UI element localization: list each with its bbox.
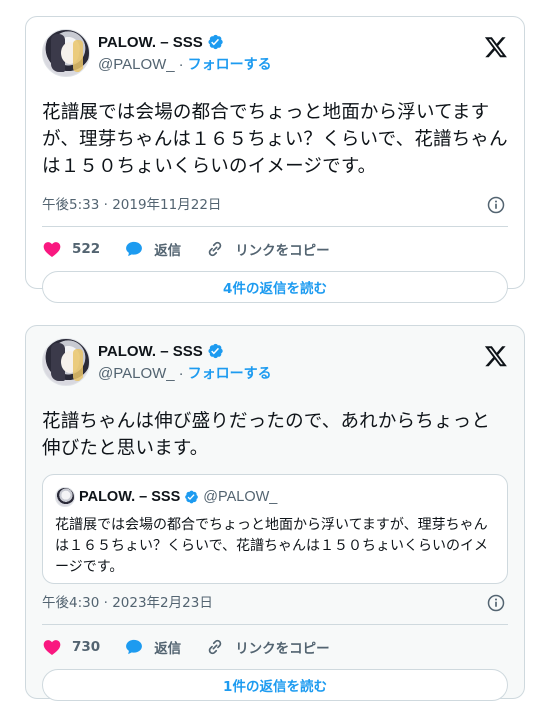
tweet-text: 花譜ちゃんは伸び盛りだったので、あれからちょっと伸びたと思います。: [42, 411, 491, 459]
info-icon[interactable]: [486, 195, 506, 215]
like-button[interactable]: 522: [42, 239, 100, 259]
verified-badge-icon: [185, 490, 199, 504]
copy-link-button[interactable]: リンクをコピー: [205, 239, 330, 259]
timestamp-row: 午後5:33 · 2019年11月22日: [42, 194, 508, 216]
author-handle[interactable]: @PALOW_: [98, 56, 175, 73]
reply-button[interactable]: 返信: [124, 239, 181, 259]
heart-icon: [43, 640, 61, 655]
heart-icon: [43, 242, 61, 257]
action-bar: 522 返信 リンクをコピー: [42, 227, 508, 271]
like-count: 522: [72, 241, 101, 257]
author-display-name[interactable]: PALOW. – SSS: [98, 343, 203, 360]
reply-label: 返信: [154, 243, 182, 259]
copy-link-button[interactable]: リンクをコピー: [205, 637, 330, 657]
author-handle[interactable]: @PALOW_: [98, 365, 175, 382]
read-replies-button[interactable]: 4件の返信を読む: [42, 271, 508, 303]
action-bar: 730 返信 リンクをコピー: [42, 625, 508, 669]
copy-link-label: リンクをコピー: [235, 641, 330, 657]
tweet-text: 花譜展では会場の都合でちょっと地面から浮いてますが、理芽ちゃんは１６５ちょい？く…: [42, 102, 508, 177]
reply-button[interactable]: 返信: [124, 637, 181, 657]
link-icon: [208, 241, 222, 257]
reply-bubble-icon: [126, 639, 143, 655]
verified-badge-icon: [208, 34, 223, 50]
verified-badge-icon: [208, 343, 223, 359]
author-avatar[interactable]: [42, 29, 90, 77]
like-count: 730: [72, 639, 101, 655]
x-logo-icon[interactable]: [484, 344, 508, 368]
follow-button[interactable]: フォローする: [188, 363, 272, 383]
tweet-timestamp[interactable]: 午後4:30 · 2023年2月23日: [42, 595, 213, 611]
tweet-card-1[interactable]: PALOW. – SSS @PALOW_ · フォローする 花譜展では会場の都合…: [25, 16, 525, 303]
author-names: PALOW. – SSS @PALOW_ · フォローする: [98, 33, 272, 74]
tweet-header: PALOW. – SSS @PALOW_ · フォローする: [42, 29, 508, 81]
read-replies-button[interactable]: 1件の返信を読む: [42, 669, 508, 701]
copy-link-label: リンクをコピー: [235, 243, 330, 259]
follow-button[interactable]: フォローする: [188, 54, 272, 74]
tweet-timestamp[interactable]: 午後5:33 · 2019年11月22日: [42, 197, 221, 213]
reply-label: 返信: [154, 641, 182, 657]
timestamp-row: 午後4:30 · 2023年2月23日: [42, 592, 508, 614]
like-button[interactable]: 730: [42, 637, 100, 657]
info-icon[interactable]: [486, 593, 506, 613]
quoted-tweet-header: PALOW. – SSS @PALOW_: [55, 485, 495, 509]
quoted-tweet[interactable]: PALOW. – SSS @PALOW_ 花譜展では会場の都合でちょっと地面から…: [42, 474, 508, 584]
author-display-name[interactable]: PALOW. – SSS: [98, 34, 203, 51]
tweet-header: PALOW. – SSS @PALOW_ · フォローする: [42, 338, 508, 390]
quoted-author-avatar: [55, 487, 75, 507]
tweet-card-2[interactable]: PALOW. – SSS @PALOW_ · フォローする 花譜ちゃんは伸び盛り…: [25, 325, 525, 701]
author-names: PALOW. – SSS @PALOW_ · フォローする: [98, 342, 272, 383]
link-icon: [208, 639, 222, 655]
quoted-author-handle: @PALOW_: [203, 489, 278, 505]
quoted-author-display-name: PALOW. – SSS: [79, 489, 181, 505]
reply-bubble-icon: [126, 241, 143, 257]
quoted-tweet-text: 花譜展では会場の都合でちょっと地面から浮いてますが、理芽ちゃんは１６５ちょい？く…: [55, 517, 489, 575]
author-avatar[interactable]: [42, 338, 90, 386]
x-logo-icon[interactable]: [484, 35, 508, 59]
